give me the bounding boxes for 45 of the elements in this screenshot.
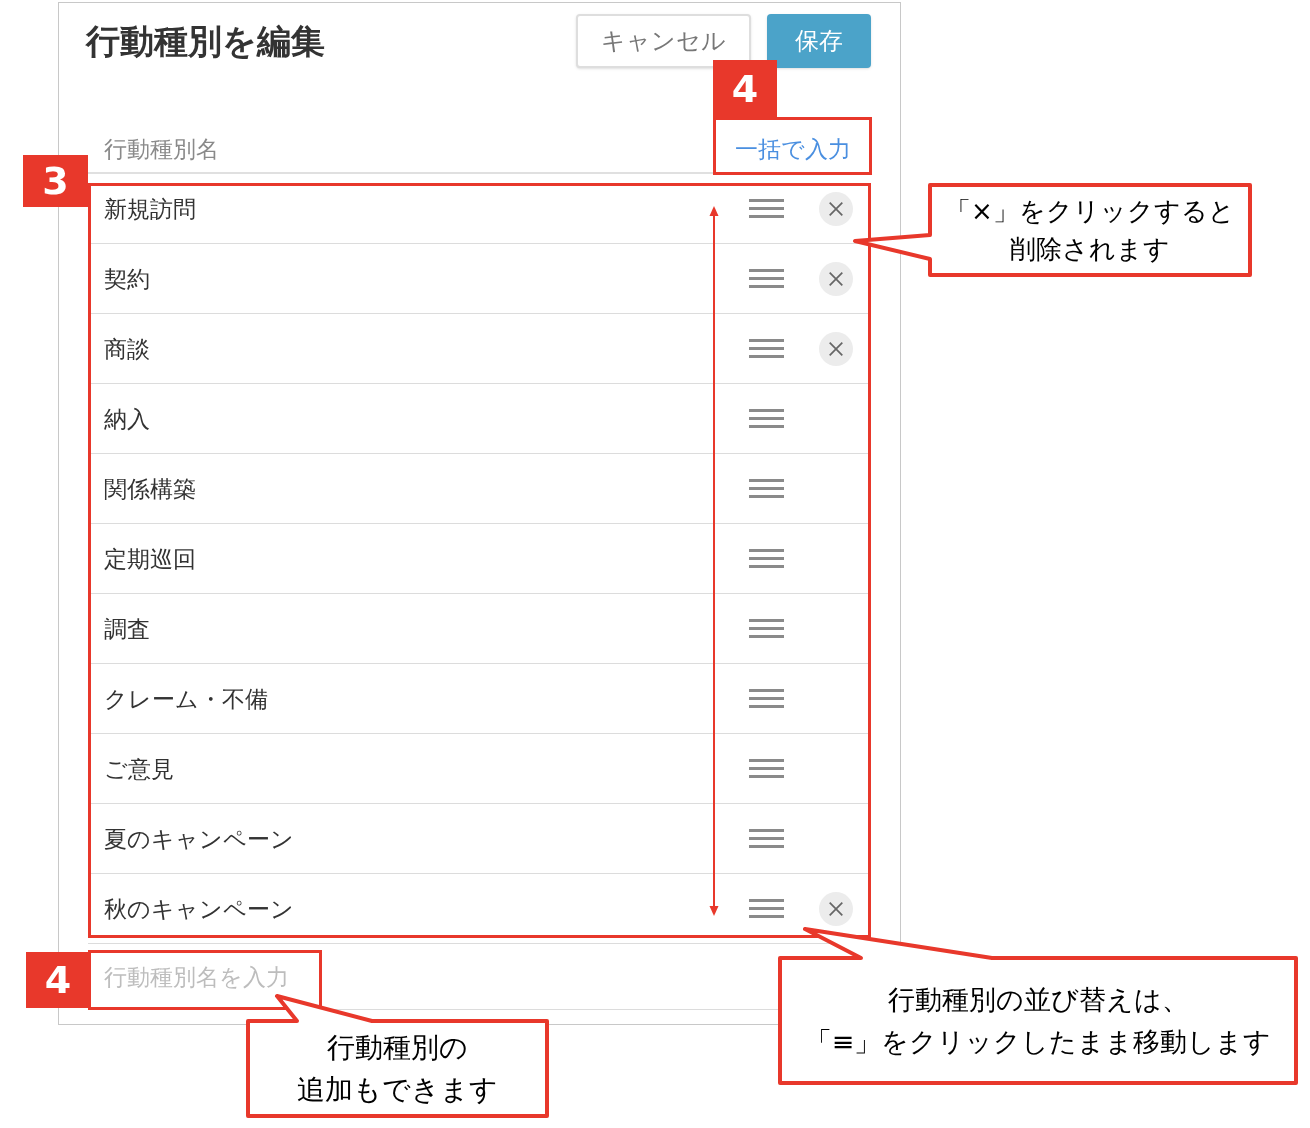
remove-button[interactable] xyxy=(819,261,853,296)
drag-handle-icon[interactable] xyxy=(749,829,784,848)
close-icon xyxy=(829,201,843,216)
type-name: 定期巡回 xyxy=(104,544,196,574)
column-header: 行動種別名 xyxy=(104,135,219,164)
type-name: 関係構築 xyxy=(104,474,196,504)
drag-handle-icon[interactable] xyxy=(749,479,784,498)
drag-handle-icon[interactable] xyxy=(749,409,784,428)
step-marker: 3 xyxy=(23,155,88,207)
drag-handle-icon[interactable] xyxy=(749,619,784,638)
type-name: ご意見 xyxy=(104,754,174,784)
callout-text: 「≡」をクリックしたまま移動します xyxy=(804,1024,1272,1059)
new-type-input[interactable]: 行動種別名を入力 xyxy=(104,961,304,992)
type-name: 秋のキャンペーン xyxy=(104,894,294,924)
close-icon xyxy=(829,901,843,916)
remove-button[interactable] xyxy=(819,191,853,226)
callout-text: 行動種別の並び替えは、 xyxy=(887,982,1189,1017)
type-name: 新規訪問 xyxy=(104,194,196,224)
drag-handle-icon[interactable] xyxy=(749,199,784,218)
callout-text: 行動種別の xyxy=(327,1029,468,1066)
callout-text: 削除されます xyxy=(1010,233,1170,266)
drag-handle-icon[interactable] xyxy=(749,549,784,568)
close-icon xyxy=(829,271,843,286)
type-name: 契約 xyxy=(104,264,150,294)
drag-handle-icon[interactable] xyxy=(749,339,784,358)
type-name: 調査 xyxy=(104,614,150,644)
drag-handle-icon[interactable] xyxy=(749,899,784,918)
drag-handle-icon[interactable] xyxy=(749,269,784,288)
callout-text: 追加もできます xyxy=(297,1071,498,1108)
type-name: 納入 xyxy=(104,404,150,434)
cancel-button[interactable]: キャンセル xyxy=(576,14,751,68)
save-button[interactable]: 保存 xyxy=(767,14,871,68)
step-marker: 4 xyxy=(26,952,90,1008)
drag-handle-icon[interactable] xyxy=(749,759,784,778)
drag-handle-icon[interactable] xyxy=(749,689,784,708)
step-marker: 4 xyxy=(713,60,777,117)
type-name: クレーム・不備 xyxy=(104,684,268,714)
type-name: 商談 xyxy=(104,334,150,364)
dialog-title: 行動種別を編集 xyxy=(86,20,325,63)
bulk-input-link[interactable]: 一括で入力 xyxy=(735,134,851,164)
remove-button[interactable] xyxy=(819,891,853,926)
close-icon xyxy=(829,341,843,356)
type-name: 夏のキャンペーン xyxy=(104,824,294,854)
remove-button[interactable] xyxy=(819,331,853,366)
callout-text: 「×」をクリックすると xyxy=(945,195,1235,228)
